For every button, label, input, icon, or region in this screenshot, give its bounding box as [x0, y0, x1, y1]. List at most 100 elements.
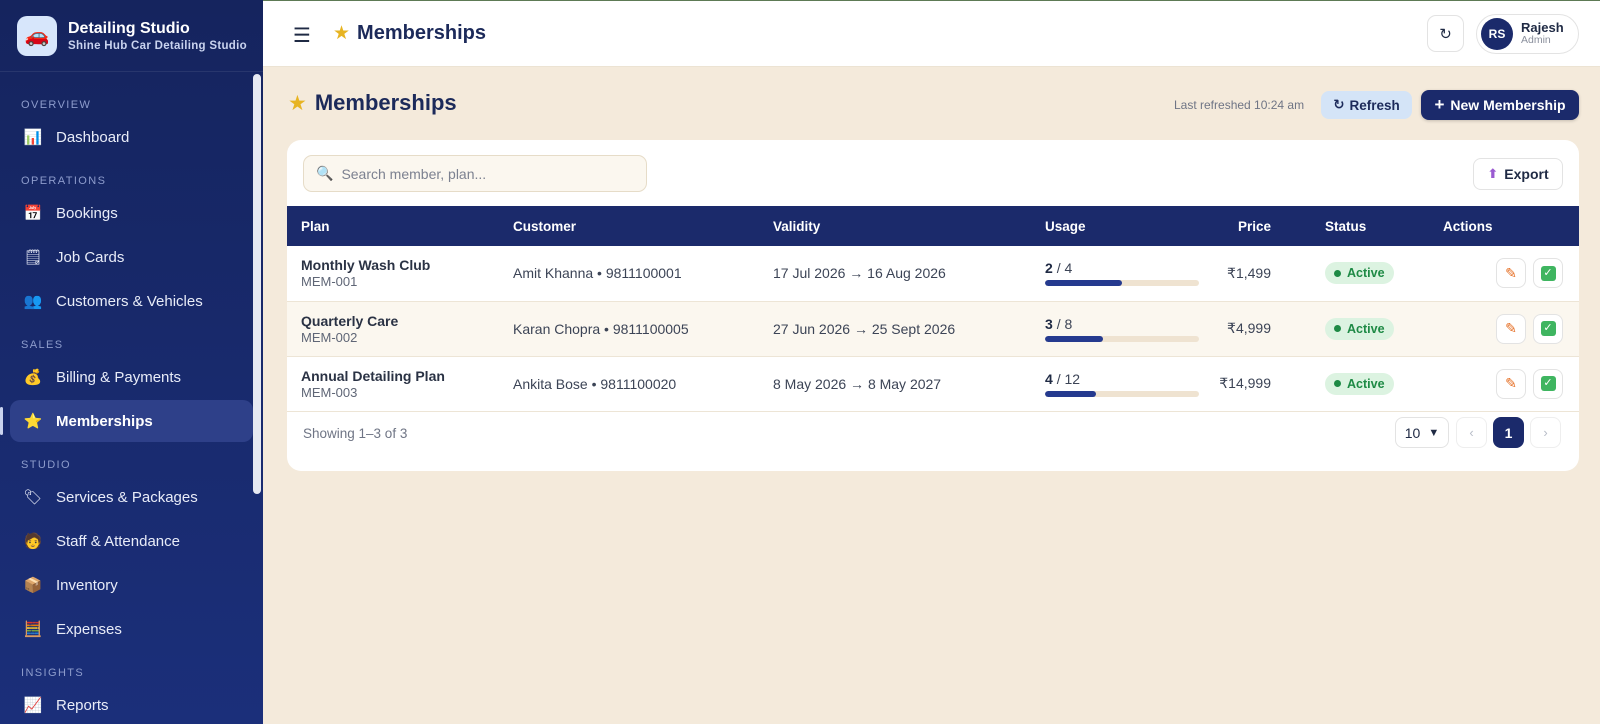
section-label: SALES	[21, 339, 64, 351]
actions-cell: ✎ ✓	[1429, 356, 1579, 411]
sidebar-nav: OVERVIEW 📊 Dashboard OPERATIONS 📅 Bookings 🗒 Jo…	[0, 98, 263, 724]
edit-button[interactable]: ✎	[1496, 313, 1526, 344]
topbar: ☰ ★ Memberships ↻ RS Rajesh Admin	[263, 0, 1600, 67]
usage-cell: 2 / 4	[1031, 246, 1199, 301]
calendar-icon: 📅	[23, 205, 43, 222]
refresh-icon: ↻	[1333, 97, 1345, 112]
sidebar-item-label: Customers & Vehicles	[56, 292, 203, 310]
usage-used: 2	[1045, 260, 1053, 277]
sidebar-item-label: Bookings	[56, 204, 118, 222]
showing-count: Showing 1–3 of 3	[303, 426, 408, 441]
export-label: Export	[1504, 166, 1549, 182]
chevron-left-icon: ‹	[1469, 425, 1474, 440]
avatar: RS	[1481, 18, 1513, 50]
approve-button[interactable]: ✓	[1533, 313, 1563, 344]
money-bag-icon: 💰	[23, 369, 43, 386]
star-icon: ⭐	[23, 413, 43, 430]
next-page-button[interactable]: ›	[1530, 417, 1561, 448]
sidebar-item-customers-vehicles[interactable]: 👥 Customers & Vehicles	[10, 280, 253, 322]
plus-icon: +	[1434, 95, 1445, 114]
reload-icon: ↻	[1439, 25, 1452, 43]
star-icon: ★	[333, 23, 351, 44]
export-button[interactable]: ⬆ Export	[1473, 158, 1563, 190]
per-page-select[interactable]: 10 ▼	[1395, 417, 1449, 448]
sidebar-item-expenses[interactable]: 🧮 Expenses	[10, 608, 253, 650]
sidebar-item-staff-attendance[interactable]: 🧑 Staff & Attendance	[10, 520, 253, 562]
usage-used: 4	[1045, 370, 1053, 387]
table-header-row: Plan Customer Validity Usage Price Statu…	[287, 206, 1579, 246]
usage-progress-fill	[1045, 335, 1103, 342]
table-body: Monthly Wash Club MEM-001 Amit Khanna • 98…	[287, 246, 1579, 411]
per-page-value: 10	[1404, 424, 1421, 441]
pencil-icon: ✎	[1505, 375, 1517, 391]
price-cell: ₹14,999	[1219, 375, 1271, 391]
customer-cell: Ankita Bose • 9811100020	[513, 375, 677, 392]
new-membership-button[interactable]: + New Membership	[1421, 90, 1579, 120]
status-text: Active	[1347, 321, 1385, 336]
reload-button[interactable]: ↻	[1427, 15, 1464, 52]
sidebar-item-label: Inventory	[56, 576, 118, 594]
section-label: STUDIO	[21, 459, 71, 471]
plan-name: Annual Detailing Plan	[301, 367, 445, 384]
status-dot	[1334, 380, 1341, 387]
user-menu[interactable]: RS Rajesh Admin	[1476, 14, 1579, 54]
col-customer[interactable]: Customer	[499, 206, 759, 246]
table-row[interactable]: Quarterly Care MEM-002 Karan Chopra • 9811…	[287, 301, 1579, 356]
brand-title: Detailing Studio	[68, 19, 190, 37]
status-cell: Active	[1311, 301, 1429, 356]
table-row[interactable]: Monthly Wash Club MEM-001 Amit Khanna • 98…	[287, 246, 1579, 301]
memberships-card: 🔍 ⬆ Export Plan Customer Validity Usage …	[287, 140, 1579, 471]
sidebar-item-dashboard[interactable]: 📊 Dashboard	[10, 116, 253, 158]
check-icon: ✓	[1540, 376, 1556, 391]
sidebar-item-job-cards[interactable]: 🗒 Job Cards	[10, 236, 253, 278]
col-validity[interactable]: Validity	[759, 206, 1031, 246]
col-price[interactable]: Price	[1187, 206, 1311, 246]
section-label: OVERVIEW	[21, 99, 92, 111]
approve-button[interactable]: ✓	[1533, 258, 1563, 289]
sidebar-scrollbar[interactable]	[253, 74, 261, 494]
sidebar-item-label: Services & Packages	[56, 488, 198, 506]
approve-button[interactable]: ✓	[1533, 368, 1563, 399]
user-role: Admin	[1521, 34, 1551, 47]
search-box[interactable]: 🔍	[303, 155, 647, 192]
col-plan[interactable]: Plan	[287, 206, 499, 246]
table-row[interactable]: Annual Detailing Plan MEM-003 Ankita Bose …	[287, 356, 1579, 411]
prev-page-button[interactable]: ‹	[1456, 417, 1487, 448]
sidebar-item-inventory[interactable]: 📦 Inventory	[10, 564, 253, 606]
search-input[interactable]	[341, 165, 632, 182]
clipboard-icon: 🗒	[23, 249, 43, 266]
usage-used: 3	[1045, 315, 1053, 332]
chevron-down-icon: ▼	[1428, 426, 1440, 439]
status-dot	[1334, 269, 1341, 277]
sidebar-item-label: Billing & Payments	[56, 368, 182, 386]
pencil-icon: ✎	[1505, 264, 1517, 281]
pencil-icon: ✎	[1505, 320, 1517, 336]
check-icon: ✓	[1540, 321, 1556, 336]
usage-total: / 12	[1056, 370, 1081, 387]
edit-button[interactable]: ✎	[1496, 258, 1526, 289]
box-icon: 📦	[23, 577, 43, 594]
sidebar-item-label: Reports	[56, 696, 109, 714]
refresh-button[interactable]: ↻ Refresh	[1321, 91, 1412, 119]
page-button-current[interactable]: 1	[1493, 417, 1524, 448]
menu-icon[interactable]: ☰	[293, 23, 311, 48]
status-text: Active	[1347, 266, 1385, 281]
price-cell: ₹1,499	[1227, 264, 1271, 281]
col-usage[interactable]: Usage	[1031, 206, 1187, 246]
topbar-title-text: Memberships	[357, 22, 486, 44]
edit-button[interactable]: ✎	[1496, 368, 1526, 399]
col-status[interactable]: Status	[1311, 206, 1429, 246]
actions-cell: ✎ ✓	[1429, 246, 1579, 301]
car-icon: 🚗	[17, 15, 57, 56]
sidebar-item-billing-payments[interactable]: 💰 Billing & Payments	[10, 356, 253, 398]
sidebar-item-bookings[interactable]: 📅 Bookings	[10, 192, 253, 234]
sidebar-item-services-packages[interactable]: 🏷 Services & Packages	[10, 476, 253, 518]
sidebar-item-reports[interactable]: 📈 Reports	[10, 684, 253, 724]
status-dot	[1334, 325, 1341, 332]
usage-progress-bar	[1045, 335, 1199, 342]
page-title: Memberships	[314, 90, 457, 115]
sidebar-item-memberships[interactable]: ⭐ Memberships	[0, 400, 253, 442]
export-icon: ⬆	[1487, 166, 1499, 181]
brand[interactable]: 🚗 Detailing Studio Shine Hub Car Detaili…	[0, 0, 263, 72]
staff-icon: 🧑	[23, 533, 43, 550]
